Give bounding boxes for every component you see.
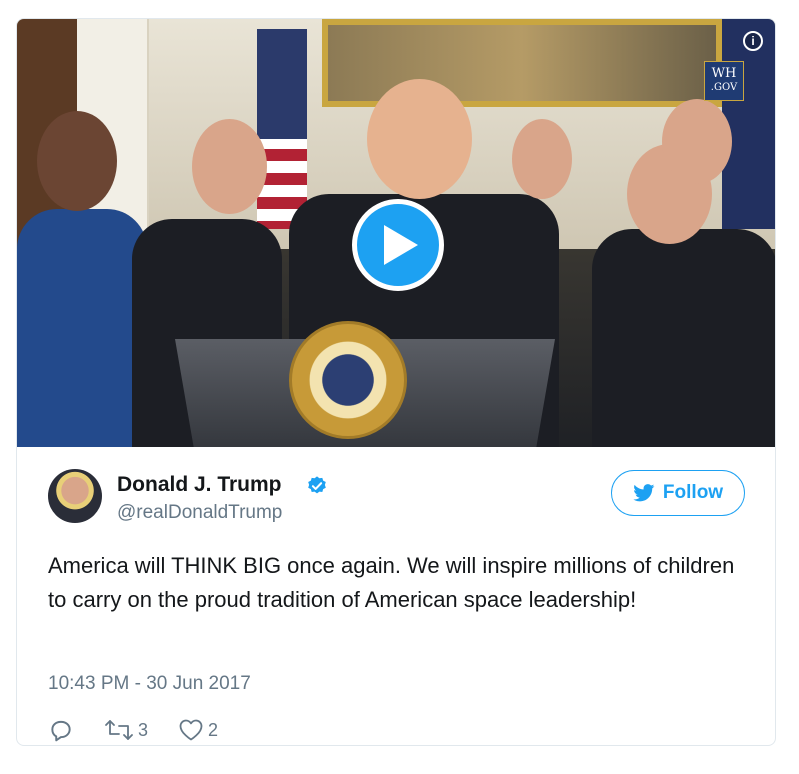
retweet-button[interactable]: 3 — [104, 718, 148, 742]
like-button[interactable]: 2 — [178, 718, 218, 742]
presidential-seal — [289, 321, 407, 439]
tweet-timestamp[interactable]: 10:43 PM - 30 Jun 2017 — [48, 673, 251, 695]
person-center-head — [367, 79, 472, 199]
twitter-bird-icon — [633, 484, 655, 502]
tweet-actions: 3 2 — [48, 715, 248, 745]
person-second-head — [192, 119, 267, 214]
follow-label: Follow — [662, 482, 724, 503]
info-icon[interactable]: i — [743, 31, 763, 51]
author-handle[interactable]: @realDonaldTrump — [117, 502, 282, 524]
tweet-video[interactable]: WH .GOV i — [17, 19, 775, 447]
person-back-head — [512, 119, 572, 199]
follow-button[interactable]: Follow — [611, 470, 745, 516]
verified-icon — [308, 476, 326, 494]
person-left-head — [37, 111, 117, 211]
like-count: 2 — [208, 719, 219, 740]
wh-gov-line2: .GOV — [710, 82, 738, 93]
author-name[interactable]: Donald J. Trump — [117, 473, 282, 497]
person-back-right-head — [662, 99, 732, 184]
retweet-count: 3 — [138, 719, 149, 740]
tweet-body: Donald J. Trump @realDonaldTrump Follow … — [17, 447, 775, 745]
info-glyph: i — [751, 34, 755, 48]
reply-icon — [51, 720, 71, 742]
retweet-icon — [105, 720, 133, 740]
play-icon — [384, 225, 418, 265]
wh-gov-line1: WH — [711, 66, 737, 81]
play-button[interactable] — [352, 199, 444, 291]
wh-gov-watermark: WH .GOV — [704, 61, 744, 101]
background-painting — [322, 19, 722, 107]
tweet-embed-card: WH .GOV i Donald J. Trump @realDonaldTru… — [16, 18, 776, 746]
reply-button[interactable] — [48, 717, 74, 743]
avatar[interactable] — [48, 469, 102, 523]
person-left-astronaut — [17, 209, 147, 447]
us-flag-canton — [257, 29, 307, 139]
person-right-suit — [592, 229, 775, 447]
heart-icon — [179, 719, 203, 741]
tweet-text: America will THINK BIG once again. We wi… — [48, 553, 735, 612]
